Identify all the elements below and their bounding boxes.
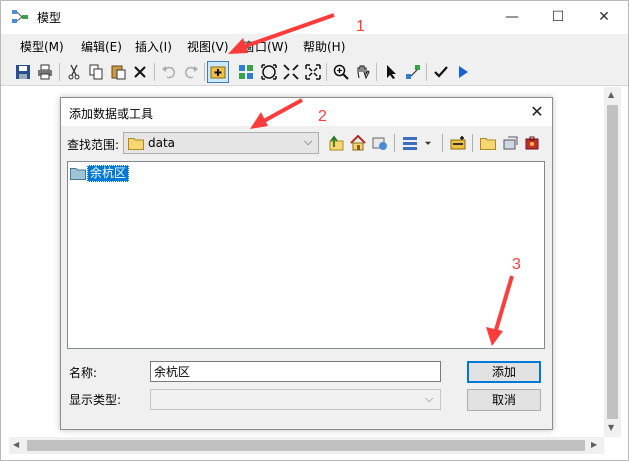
connect-icon[interactable] [402,61,424,83]
auto-layout-icon[interactable] [235,61,257,83]
undo-icon[interactable] [158,61,180,83]
zoom-out-fixed-icon[interactable] [302,61,324,83]
dialog-title: 添加数据或工具 [69,107,154,121]
chevron-down-icon: ⌵ [425,392,434,405]
minimize-button[interactable]: — [489,1,535,33]
up-one-level-icon[interactable] [326,133,346,153]
vertical-scroll-thumb[interactable] [607,105,618,419]
annotation-step-2: 2 [318,108,327,125]
look-in-dropdown[interactable]: data ⌵ [123,132,319,154]
add-data-dialog: 添加数据或工具 ✕ 查找范围: data ⌵ 余杭区 名称: 余杭区 显示类型:… [60,97,553,430]
horizontal-scrollbar[interactable]: ◀ ▶ [9,437,604,454]
show-type-select[interactable]: ⌵ [150,389,441,410]
menu-bar: 模型(M) 编辑(E) 插入(I) 视图(V) 窗口(W) 帮助(H) [1,34,628,58]
home-icon[interactable] [348,133,368,153]
new-database-icon[interactable] [500,133,520,153]
window-title: 模型 [37,11,62,25]
toolbar-separator [59,63,60,81]
list-item[interactable]: 余杭区 [70,164,130,182]
select-icon[interactable] [380,61,402,83]
toolbar-separator [204,63,205,81]
toolbar-separator [426,63,427,81]
scroll-left-icon[interactable]: ◀ [13,440,19,449]
show-type-label: 显示类型: [69,393,122,407]
add-button[interactable]: 添加 [467,361,541,383]
menu-model[interactable]: 模型(M) [20,38,64,55]
title-bar: 模型 — ☐ ✕ [1,1,628,33]
menu-window[interactable]: 窗口(W) [243,38,288,55]
maximize-button[interactable]: ☐ [535,1,581,33]
view-dropdown-icon[interactable] [422,133,434,153]
look-in-value: data [148,136,176,150]
scroll-right-icon[interactable]: ▶ [591,440,597,449]
annotation-step-1: 1 [356,18,365,35]
new-folder-icon[interactable] [478,133,498,153]
toolbar-separator [472,134,473,152]
paste-icon[interactable] [107,61,129,83]
cut-icon[interactable] [63,61,85,83]
toolbar-separator [376,63,377,81]
toolbox-icon[interactable] [522,133,542,153]
dialog-title-bar: 添加数据或工具 ✕ [61,98,552,126]
pan-icon[interactable] [352,61,374,83]
model-app-icon [12,10,28,23]
folder-icon [128,138,144,150]
chevron-down-icon: ⌵ [304,135,313,148]
cancel-button[interactable]: 取消 [467,389,541,411]
redo-icon[interactable] [180,61,202,83]
scroll-up-icon[interactable]: ▲ [608,90,614,99]
look-in-label: 查找范围: [67,138,120,152]
name-input[interactable] [150,361,441,382]
copy-icon[interactable] [85,61,107,83]
toolbar-separator [442,134,443,152]
folder-icon [70,167,86,180]
print-icon[interactable] [34,61,56,83]
annotation-step-3: 3 [512,256,521,273]
scroll-down-icon[interactable]: ▼ [608,423,614,432]
name-label: 名称: [69,366,98,380]
close-button[interactable]: ✕ [581,1,627,33]
horizontal-scroll-thumb[interactable] [27,440,585,451]
zoom-in-icon[interactable] [330,61,352,83]
run-icon[interactable] [452,61,474,83]
vertical-scrollbar[interactable]: ▲ ▼ [604,87,621,437]
add-data-icon[interactable] [207,61,229,83]
validate-icon[interactable] [430,61,452,83]
zoom-in-fixed-icon[interactable] [280,61,302,83]
list-item-label: 余杭区 [87,164,130,182]
delete-icon[interactable] [129,61,151,83]
save-icon[interactable] [12,61,34,83]
menu-edit[interactable]: 编辑(E) [81,38,122,55]
file-list[interactable]: 余杭区 [67,161,545,349]
menu-view[interactable]: 视图(V) [187,38,229,55]
full-extent-icon[interactable] [258,61,280,83]
toolbar-separator [326,63,327,81]
new-toolbox-icon[interactable] [448,133,468,153]
menu-help[interactable]: 帮助(H) [303,38,345,55]
view-list-icon[interactable] [400,133,420,153]
toolbar-separator [154,63,155,81]
toolbar-separator [394,134,395,152]
toolbar [1,58,628,86]
dialog-close-button[interactable]: ✕ [527,102,547,122]
menu-insert[interactable]: 插入(I) [135,38,172,55]
connect-folder-icon[interactable] [370,133,390,153]
